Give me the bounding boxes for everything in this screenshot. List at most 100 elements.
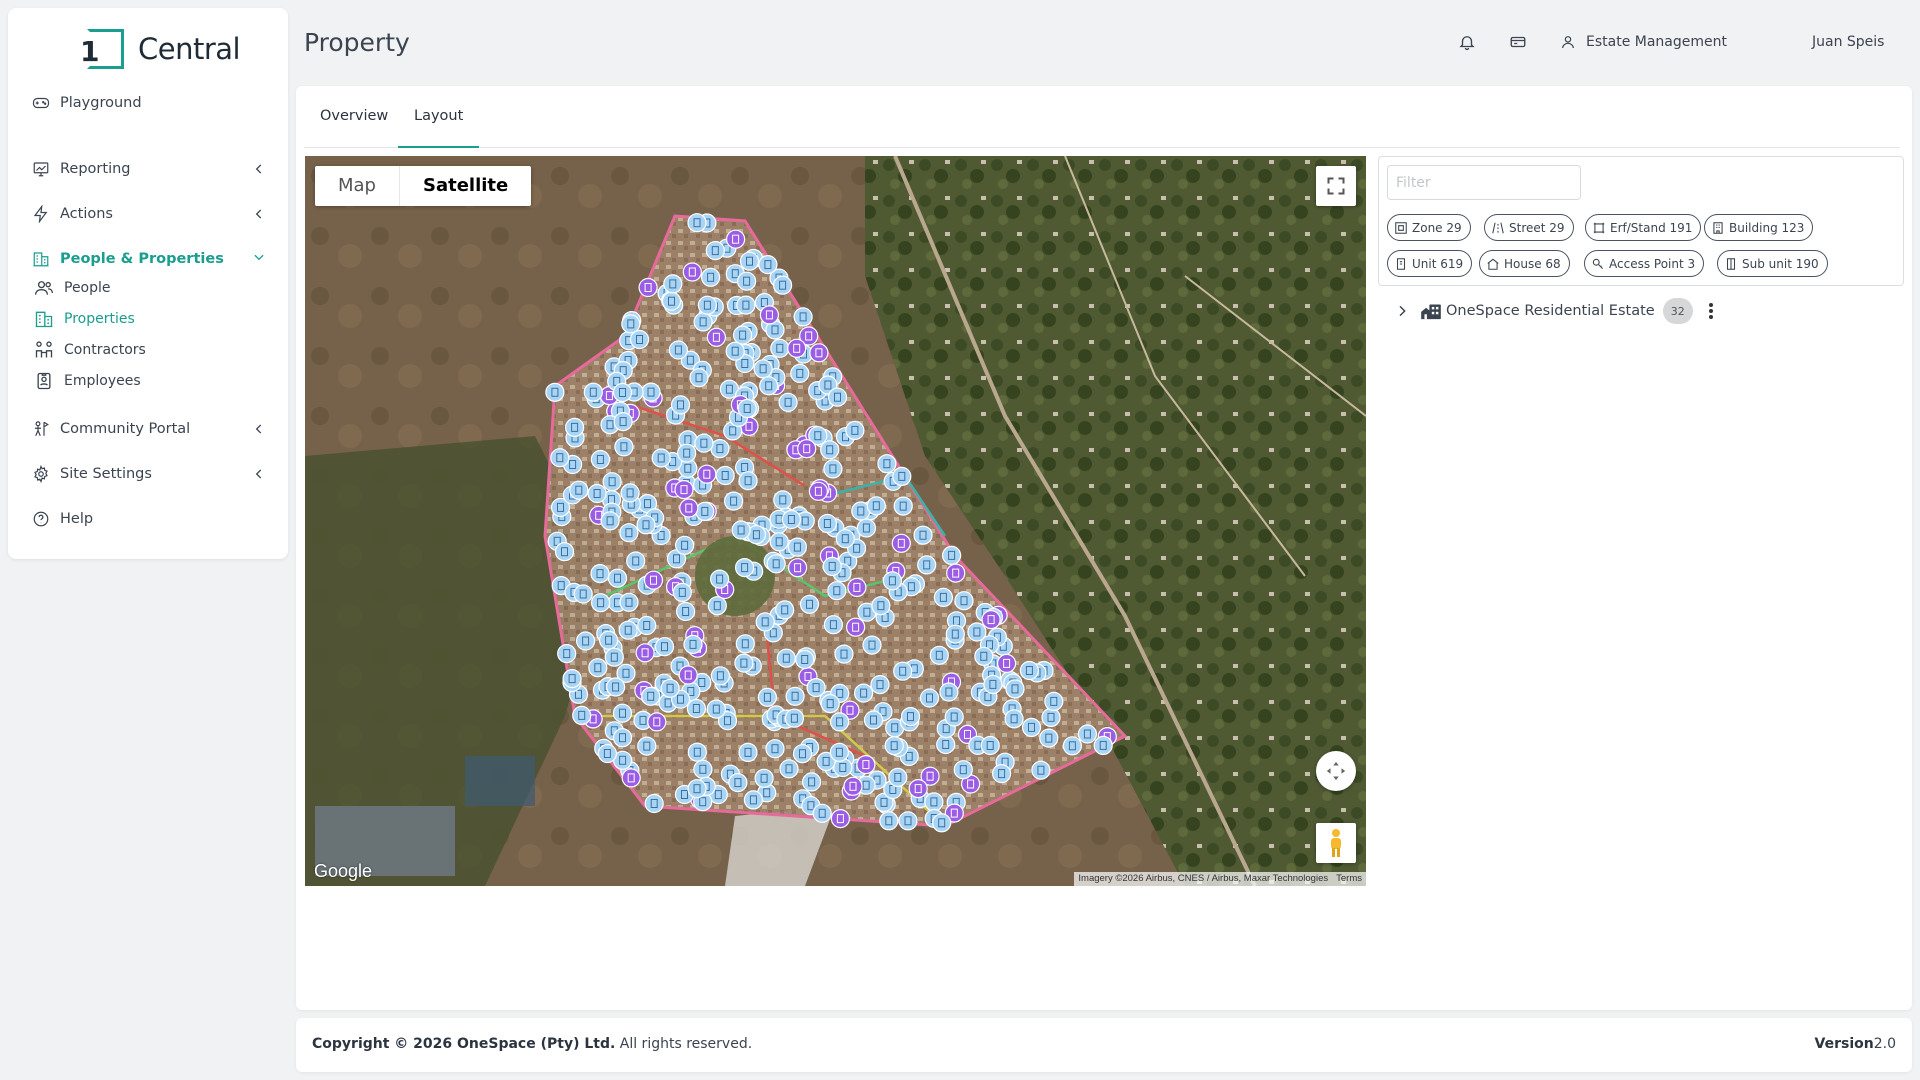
unit-marker[interactable] — [689, 368, 709, 388]
unit-marker[interactable] — [613, 412, 633, 432]
unit-marker[interactable] — [743, 790, 763, 810]
unit-marker[interactable] — [758, 254, 778, 275]
unit-marker[interactable] — [725, 341, 745, 361]
unit-marker[interactable] — [707, 596, 727, 616]
unit-marker[interactable] — [1019, 660, 1040, 681]
unit-marker[interactable] — [687, 742, 707, 762]
unit-marker[interactable] — [834, 644, 854, 664]
unit-marker[interactable] — [701, 267, 721, 287]
terms-link[interactable]: Terms — [1336, 873, 1362, 885]
unit-marker[interactable] — [620, 483, 640, 503]
unit-marker[interactable] — [820, 693, 840, 714]
unit-marker[interactable] — [882, 571, 903, 591]
filter-input[interactable] — [1387, 165, 1581, 200]
unit-marker[interactable] — [557, 644, 577, 664]
house-marker[interactable] — [647, 712, 667, 732]
unit-marker[interactable] — [1077, 724, 1098, 744]
house-marker[interactable] — [706, 327, 726, 347]
unit-marker[interactable] — [866, 496, 886, 516]
house-marker[interactable] — [830, 808, 851, 829]
unit-marker[interactable] — [694, 433, 714, 453]
unit-marker[interactable] — [693, 312, 713, 332]
chip-house[interactable]: House 68 — [1479, 250, 1570, 277]
unit-marker[interactable] — [757, 687, 777, 707]
house-marker[interactable] — [788, 558, 808, 578]
unit-marker[interactable] — [1093, 735, 1113, 756]
unit-marker[interactable] — [983, 674, 1003, 695]
unit-marker[interactable] — [778, 392, 798, 412]
unit-marker[interactable] — [583, 382, 603, 402]
house-marker[interactable] — [847, 577, 867, 597]
chip-zone[interactable]: Zone 29 — [1387, 214, 1471, 241]
unit-marker[interactable] — [884, 736, 904, 756]
unit-marker[interactable] — [759, 376, 779, 396]
unit-marker[interactable] — [892, 466, 912, 486]
unit-marker[interactable] — [877, 454, 897, 474]
unit-marker[interactable] — [677, 443, 697, 463]
unit-marker[interactable] — [954, 591, 974, 611]
unit-marker[interactable] — [576, 631, 596, 651]
house-marker[interactable] — [843, 776, 863, 796]
nav-people[interactable]: People — [34, 276, 111, 300]
unit-marker[interactable] — [554, 542, 575, 562]
unit-marker[interactable] — [651, 448, 671, 468]
house-marker[interactable] — [787, 338, 807, 358]
unit-marker[interactable] — [784, 708, 804, 728]
unit-marker[interactable] — [776, 648, 796, 668]
chip-access-point[interactable]: Access Point 3 — [1584, 250, 1705, 277]
unit-marker[interactable] — [599, 630, 619, 650]
unit-marker[interactable] — [856, 518, 877, 538]
unit-marker[interactable] — [779, 759, 799, 779]
unit-marker[interactable] — [870, 674, 890, 695]
unit-marker[interactable] — [773, 490, 793, 510]
unit-marker[interactable] — [607, 568, 628, 588]
house-marker[interactable] — [638, 277, 658, 298]
unit-marker[interactable] — [871, 596, 891, 616]
unit-marker[interactable] — [675, 535, 695, 555]
house-marker[interactable] — [697, 464, 717, 484]
unit-marker[interactable] — [672, 582, 692, 602]
house-marker[interactable] — [621, 768, 641, 788]
unit-marker[interactable] — [817, 513, 838, 534]
house-marker[interactable] — [635, 643, 655, 663]
unit-marker[interactable] — [670, 395, 691, 415]
unit-marker[interactable] — [799, 594, 820, 614]
unit-marker[interactable] — [766, 554, 786, 574]
unit-marker[interactable] — [572, 705, 592, 726]
unit-marker[interactable] — [663, 274, 683, 294]
unit-marker[interactable] — [706, 699, 726, 719]
unit-marker[interactable] — [629, 329, 650, 350]
nav-playground[interactable]: Playground — [24, 88, 280, 118]
house-marker[interactable] — [996, 653, 1017, 673]
unit-marker[interactable] — [967, 622, 987, 642]
unit-marker[interactable] — [829, 742, 850, 762]
unit-marker[interactable] — [737, 271, 757, 291]
unit-marker[interactable] — [668, 340, 688, 360]
unit-marker[interactable] — [754, 768, 774, 788]
nav-actions[interactable]: Actions — [24, 199, 280, 229]
unit-marker[interactable] — [853, 683, 874, 703]
unit-marker[interactable] — [619, 592, 639, 612]
unit-marker[interactable] — [1021, 717, 1042, 738]
unit-marker[interactable] — [590, 564, 610, 584]
chip-building[interactable]: Building 123 — [1704, 214, 1814, 241]
tab-overview[interactable]: Overview — [304, 108, 404, 148]
unit-marker[interactable] — [863, 710, 884, 730]
map-type-satellite-button[interactable]: Satellite — [399, 166, 531, 206]
unit-marker[interactable] — [619, 523, 639, 543]
unit-marker[interactable] — [941, 545, 962, 565]
unit-marker[interactable] — [637, 615, 657, 636]
unit-marker[interactable] — [822, 556, 842, 576]
unit-marker[interactable] — [562, 668, 582, 689]
unit-marker[interactable] — [755, 612, 775, 632]
house-marker[interactable] — [679, 498, 699, 518]
unit-marker[interactable] — [795, 649, 815, 670]
unit-marker[interactable] — [829, 712, 850, 732]
unit-marker[interactable] — [735, 558, 755, 578]
unit-marker[interactable] — [728, 772, 748, 793]
unit-marker[interactable] — [769, 532, 789, 552]
unit-marker[interactable] — [641, 686, 661, 706]
unit-marker[interactable] — [893, 496, 913, 516]
unit-marker[interactable] — [710, 666, 730, 686]
unit-marker[interactable] — [588, 658, 608, 678]
